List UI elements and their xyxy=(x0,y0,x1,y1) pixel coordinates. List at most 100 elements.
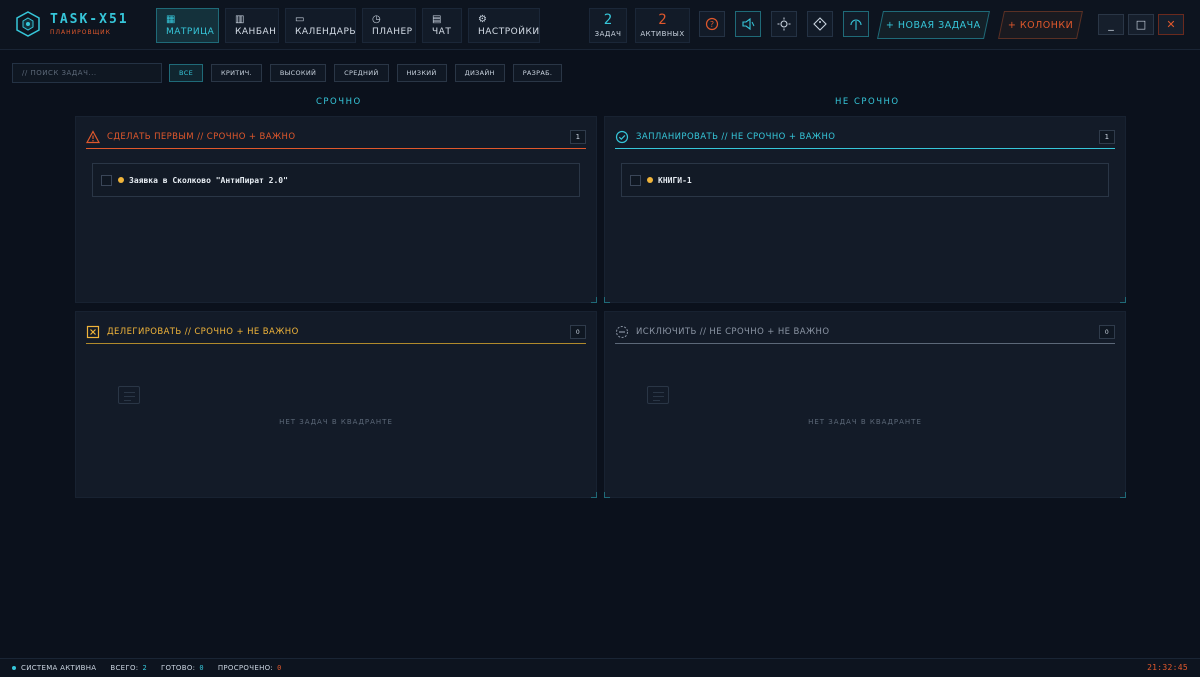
status-dot xyxy=(12,666,16,670)
clock: 21:32:45 xyxy=(1147,663,1188,672)
filter-dev[interactable]: РАЗРАБ. xyxy=(512,64,563,82)
close-button[interactable]: ✕ xyxy=(1158,14,1184,35)
columns-button[interactable]: + КОЛОНКИ xyxy=(998,11,1083,39)
quadrant-title: ЗАПЛАНИРОВАТЬ // НЕ СРОЧНО + ВАЖНО xyxy=(636,132,836,142)
upload-icon xyxy=(850,19,862,30)
columns-label: + КОЛОНКИ xyxy=(1007,19,1074,31)
hexagon-logo-icon xyxy=(16,11,40,37)
tab-label: КАЛЕНДАРЬ xyxy=(295,26,357,37)
filter-all[interactable]: ВСЕ xyxy=(169,64,204,82)
filter-low[interactable]: НИЗКИЙ xyxy=(396,64,447,82)
quadrant-count: 1 xyxy=(1099,130,1115,144)
corner-accent xyxy=(591,492,597,498)
settings-icon: ⚙ xyxy=(478,13,488,25)
quadrant-count: 0 xyxy=(1099,325,1115,339)
tab-label: НАСТРОЙКИ xyxy=(478,26,540,37)
active-counter: 2 АКТИВНЫХ xyxy=(635,8,690,43)
chat-icon: ▤ xyxy=(432,13,442,25)
eliminate-icon xyxy=(615,325,629,339)
quadrant-eliminate: ИСКЛЮЧИТЬ // НЕ СРОЧНО + НЕ ВАЖНО 0 НЕТ … xyxy=(604,311,1126,498)
task-card[interactable]: КНИГИ-1 xyxy=(621,163,1109,197)
active-count-label: АКТИВНЫХ xyxy=(640,30,685,38)
quadrant-count: 1 xyxy=(570,130,586,144)
search-placeholder: // ПОИСК ЗАДАЧ... xyxy=(22,69,97,77)
total-value: 2 xyxy=(142,664,147,672)
check-circle-icon xyxy=(615,130,629,144)
sun-icon xyxy=(777,17,791,31)
filter-design[interactable]: ДИЗАЙН xyxy=(454,64,505,82)
quadrant-count: 0 xyxy=(570,325,586,339)
new-task-label: + НОВАЯ ЗАДАЧА xyxy=(886,19,981,31)
filter-chips: ВСЕ КРИТИЧ. ВЫСОКИЙ СРЕДНИЙ НИЗКИЙ ДИЗАЙ… xyxy=(169,64,563,82)
tasks-counter: 2 ЗАДАЧ xyxy=(589,8,627,43)
empty-list-icon xyxy=(118,386,140,404)
kanban-icon: ▥ xyxy=(235,13,245,25)
corner-accent xyxy=(1120,297,1126,303)
quadrant-divider xyxy=(615,148,1115,149)
quadrant-delegate: ДЕЛЕГИРОВАТЬ // СРОЧНО + НЕ ВАЖНО 0 НЕТ … xyxy=(75,311,597,498)
overdue-label: ПРОСРОЧЕНО: xyxy=(217,664,274,672)
search-input[interactable]: // ПОИСК ЗАДАЧ... xyxy=(12,63,162,83)
quadrant-divider xyxy=(86,343,586,344)
corner-accent xyxy=(591,297,597,303)
column-urgent: СРОЧНО xyxy=(316,97,362,107)
system-status: СИСТЕМА АКТИВНА xyxy=(12,664,96,672)
tab-label: ПЛАНЕР xyxy=(372,26,413,37)
empty-list-icon xyxy=(647,386,669,404)
priority-dot xyxy=(118,177,124,183)
top-bar: TASK-X51 ПЛАНИРОВЩИК ▦ МАТРИЦА ▥ КАНБАН … xyxy=(0,0,1200,50)
filter-medium[interactable]: СРЕДНИЙ xyxy=(334,64,389,82)
tasks-count-label: ЗАДАЧ xyxy=(594,30,622,38)
tab-label: КАНБАН xyxy=(235,26,277,37)
minimize-icon: _ xyxy=(1108,18,1114,31)
speaker-icon xyxy=(742,17,755,31)
minimize-button[interactable]: _ xyxy=(1098,14,1124,35)
task-checkbox[interactable] xyxy=(630,174,641,186)
quadrant-do-first: СДЕЛАТЬ ПЕРВЫМ // СРОЧНО + ВАЖНО 1 Заявк… xyxy=(75,116,597,303)
tab-calendar[interactable]: ▭ КАЛЕНДАРЬ xyxy=(285,8,356,43)
system-status-text: СИСТЕМА АКТИВНА xyxy=(21,664,97,672)
help-button[interactable]: ? xyxy=(699,11,725,37)
done-stat: ГОТОВО: 0 xyxy=(161,664,204,672)
sync-button[interactable] xyxy=(843,11,869,37)
tab-chat[interactable]: ▤ ЧАТ xyxy=(422,8,462,43)
empty-message: НЕТ ЗАДАЧ В КВАДРАНТЕ xyxy=(279,418,393,426)
total-label: ВСЕГО: xyxy=(110,664,139,672)
overdue-value: 0 xyxy=(277,664,282,672)
filter-critical[interactable]: КРИТИЧ. xyxy=(211,64,262,82)
corner-accent xyxy=(1120,492,1126,498)
task-checkbox[interactable] xyxy=(101,174,112,186)
app-title: TASK-X51 xyxy=(50,12,129,27)
filter-high[interactable]: ВЫСОКИЙ xyxy=(269,64,327,82)
quadrant-schedule: ЗАПЛАНИРОВАТЬ // НЕ СРОЧНО + ВАЖНО 1 КНИ… xyxy=(604,116,1126,303)
delegate-x-icon xyxy=(86,325,100,339)
status-bar: СИСТЕМА АКТИВНА ВСЕГО: 2 ГОТОВО: 0 ПРОСР… xyxy=(0,658,1200,677)
nav-tabs: ▦ МАТРИЦА ▥ КАНБАН ▭ КАЛЕНДАРЬ ◷ ПЛАНЕР … xyxy=(156,8,540,43)
task-title: КНИГИ-1 xyxy=(658,175,692,185)
new-task-button[interactable]: + НОВАЯ ЗАДАЧА xyxy=(877,11,990,39)
tag-button[interactable] xyxy=(807,11,833,37)
tab-kanban[interactable]: ▥ КАНБАН xyxy=(225,8,279,43)
sound-button[interactable] xyxy=(735,11,761,37)
task-card[interactable]: Заявка в Сколково "АнтиПират 2.0" xyxy=(92,163,580,197)
quadrant-title: ИСКЛЮЧИТЬ // НЕ СРОЧНО + НЕ ВАЖНО xyxy=(636,327,830,337)
priority-dot xyxy=(647,177,653,183)
close-icon: ✕ xyxy=(1166,18,1176,31)
active-count: 2 xyxy=(658,12,667,28)
quadrant-divider xyxy=(86,148,586,149)
done-label: ГОТОВО: xyxy=(160,664,196,672)
app-logo: TASK-X51 ПЛАНИРОВЩИК xyxy=(14,10,129,38)
maximize-button[interactable]: □ xyxy=(1128,14,1154,35)
tab-label: МАТРИЦА xyxy=(166,26,215,37)
calendar-icon: ▭ xyxy=(295,13,305,25)
tab-settings[interactable]: ⚙ НАСТРОЙКИ xyxy=(468,8,540,43)
column-not-urgent: НЕ СРОЧНО xyxy=(835,97,900,107)
grid-icon: ▦ xyxy=(166,13,176,25)
tab-planner[interactable]: ◷ ПЛАНЕР xyxy=(362,8,416,43)
help-icon: ? xyxy=(705,17,719,31)
corner-accent xyxy=(604,297,610,303)
theme-button[interactable] xyxy=(771,11,797,37)
tab-matrix[interactable]: ▦ МАТРИЦА xyxy=(156,8,219,43)
warning-icon xyxy=(86,130,100,144)
empty-message: НЕТ ЗАДАЧ В КВАДРАНТЕ xyxy=(808,418,922,426)
